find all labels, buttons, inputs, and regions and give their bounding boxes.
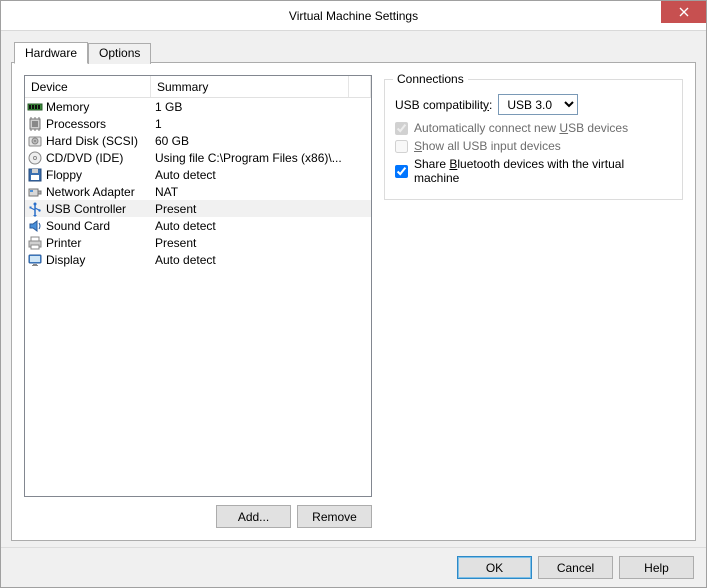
- add-button[interactable]: Add...: [216, 505, 291, 528]
- hard-disk-icon: [27, 133, 43, 149]
- device-summary: Auto detect: [151, 253, 371, 267]
- tabstrip: Hardware Options: [14, 41, 696, 62]
- device-summary: NAT: [151, 185, 371, 199]
- device-summary: Using file C:\Program Files (x86)\...: [151, 151, 371, 165]
- sound-card-icon: [27, 218, 43, 234]
- display-icon: [27, 252, 43, 268]
- show-all-checkbox: [395, 140, 408, 153]
- usb-controller-icon: [27, 201, 43, 217]
- device-name: Memory: [46, 100, 89, 114]
- device-summary: 1 GB: [151, 100, 371, 114]
- table-row[interactable]: Floppy Auto detect: [25, 166, 371, 183]
- remove-button[interactable]: Remove: [297, 505, 372, 528]
- device-summary: 1: [151, 117, 371, 131]
- dialog-footer: OK Cancel Help: [1, 547, 706, 587]
- device-name: Processors: [46, 117, 106, 131]
- show-all-label: Show all USB input devices: [414, 139, 561, 153]
- close-icon: [679, 7, 689, 17]
- settings-window: Virtual Machine Settings Hardware Option…: [0, 0, 707, 588]
- usb-compat-select[interactable]: USB 3.0: [498, 94, 578, 115]
- table-row[interactable]: Sound Card Auto detect: [25, 217, 371, 234]
- device-name: Sound Card: [46, 219, 110, 233]
- device-rows: Memory 1 GB Processors 1 Hard Disk (SCSI) 60 …: [25, 98, 371, 496]
- device-name: USB Controller: [46, 202, 126, 216]
- device-summary: Present: [151, 202, 371, 216]
- ok-button[interactable]: OK: [457, 556, 532, 579]
- share-bluetooth-checkbox[interactable]: [395, 165, 408, 178]
- tab-panel-hardware: Device Summary Memory1 GBProcessors1Hard…: [11, 62, 696, 541]
- network-adapter-icon: [27, 184, 43, 200]
- device-summary: Auto detect: [151, 168, 371, 182]
- cancel-button[interactable]: Cancel: [538, 556, 613, 579]
- device-name: Display: [46, 253, 85, 267]
- auto-connect-label: Automatically connect new USB devices: [414, 121, 628, 135]
- usb-compat-row: USB compatibility: USB 3.0: [395, 94, 672, 115]
- share-bluetooth-label: Share Bluetooth devices with the virtual…: [414, 157, 672, 185]
- cd-dvd-icon: [27, 150, 43, 166]
- device-table-header: Device Summary: [25, 76, 371, 98]
- device-name: Network Adapter: [46, 185, 135, 199]
- device-summary: Auto detect: [151, 219, 371, 233]
- table-row[interactable]: USB Controller Present: [25, 200, 371, 217]
- processors-icon: [27, 116, 43, 132]
- column-header-extra[interactable]: [349, 76, 371, 97]
- table-row[interactable]: CD/DVD (IDE) Using file C:\Program Files …: [25, 149, 371, 166]
- help-button[interactable]: Help: [619, 556, 694, 579]
- usb-compat-label: USB compatibility:: [395, 98, 492, 112]
- hardware-left-column: Device Summary Memory1 GBProcessors1Hard…: [24, 75, 372, 528]
- add-remove-row: Add... Remove: [24, 497, 372, 528]
- table-row[interactable]: Network Adapter NAT: [25, 183, 371, 200]
- dialog-body: Hardware Options Device Summary Memory 1 …: [1, 31, 706, 547]
- device-summary: 60 GB: [151, 134, 371, 148]
- window-title: Virtual Machine Settings: [1, 9, 706, 23]
- column-header-device[interactable]: Device: [25, 76, 151, 97]
- device-name: Floppy: [46, 168, 82, 182]
- show-all-row: Show all USB input devices: [395, 139, 672, 153]
- tab-options[interactable]: Options: [88, 43, 151, 64]
- device-table: Device Summary Memory1 GBProcessors1Hard…: [24, 75, 372, 497]
- share-bluetooth-row[interactable]: Share Bluetooth devices with the virtual…: [395, 157, 672, 185]
- auto-connect-checkbox: [395, 122, 408, 135]
- printer-icon: [27, 235, 43, 251]
- titlebar: Virtual Machine Settings: [1, 1, 706, 31]
- device-name: CD/DVD (IDE): [46, 151, 123, 165]
- connections-group: Connections USB compatibility: USB 3.0 A…: [384, 79, 683, 200]
- close-button[interactable]: [661, 1, 706, 23]
- device-name: Printer: [46, 236, 81, 250]
- table-row[interactable]: Memory 1 GB: [25, 98, 371, 115]
- table-row[interactable]: Processors 1: [25, 115, 371, 132]
- table-row[interactable]: Printer Present: [25, 234, 371, 251]
- device-summary: Present: [151, 236, 371, 250]
- table-row[interactable]: Display Auto detect: [25, 251, 371, 268]
- auto-connect-row: Automatically connect new USB devices: [395, 121, 672, 135]
- connections-legend: Connections: [393, 72, 468, 86]
- hardware-right-column: Connections USB compatibility: USB 3.0 A…: [384, 75, 683, 528]
- memory-icon: [27, 99, 43, 115]
- floppy-icon: [27, 167, 43, 183]
- column-header-summary[interactable]: Summary: [151, 76, 349, 97]
- table-row[interactable]: Hard Disk (SCSI) 60 GB: [25, 132, 371, 149]
- device-name: Hard Disk (SCSI): [46, 134, 138, 148]
- tab-hardware[interactable]: Hardware: [14, 42, 88, 64]
